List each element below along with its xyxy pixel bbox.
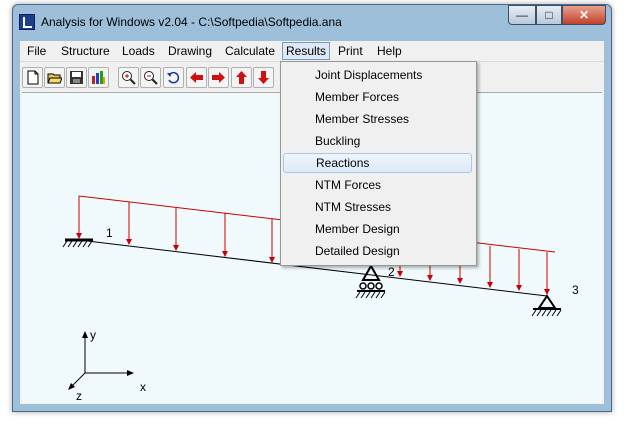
load-arrow-head	[516, 285, 522, 291]
open-icon	[47, 73, 62, 84]
arrow-up-icon	[236, 71, 247, 84]
load-arrow-head	[222, 251, 228, 257]
menu-file[interactable]: File	[24, 43, 49, 59]
load-arrow-head	[269, 257, 275, 263]
menu-calculate[interactable]: Calculate	[222, 43, 278, 59]
menu-item-member-forces[interactable]: Member Forces	[283, 87, 472, 107]
coordinate-axes	[68, 331, 134, 390]
menu-item-ntm-forces[interactable]: NTM Forces	[283, 175, 472, 195]
app-icon[interactable]	[19, 14, 35, 30]
undo-button[interactable]	[163, 67, 184, 88]
title-bar[interactable]: Analysis for Windows v2.04 - C:\Softpedi…	[13, 5, 611, 41]
load-arrow-head	[173, 245, 179, 251]
zoom-in-button[interactable]	[118, 67, 139, 88]
load-arrow-head	[397, 271, 403, 277]
load-arrow-head	[457, 278, 463, 284]
move-down-button[interactable]	[253, 67, 274, 88]
axis-label-y: y	[90, 328, 96, 342]
close-button[interactable]: ✕	[562, 5, 606, 25]
load-arrow-head	[427, 275, 433, 281]
node-label-3: 3	[572, 283, 579, 297]
load-arrow-head	[76, 233, 82, 239]
zoom-in-icon	[122, 71, 136, 85]
menu-item-buckling[interactable]: Buckling	[283, 131, 472, 151]
menu-structure[interactable]: Structure	[58, 43, 113, 59]
arrow-left-icon	[190, 72, 203, 83]
menu-help[interactable]: Help	[374, 43, 405, 59]
new-file-button[interactable]	[22, 67, 43, 88]
open-file-button[interactable]	[44, 67, 65, 88]
minimize-button[interactable]: —	[508, 5, 536, 25]
results-dropdown-menu: Joint Displacements Member Forces Member…	[280, 61, 477, 266]
roller-support-node-2	[355, 263, 386, 299]
node-label-1: 1	[106, 226, 113, 240]
undo-icon	[167, 71, 180, 84]
menu-item-member-design[interactable]: Member Design	[283, 219, 472, 239]
window-title: Analysis for Windows v2.04 - C:\Softpedi…	[41, 15, 342, 29]
menu-print[interactable]: Print	[335, 43, 366, 59]
move-up-button[interactable]	[231, 67, 252, 88]
chart-button[interactable]	[88, 67, 109, 88]
save-file-button[interactable]	[66, 67, 87, 88]
menu-results[interactable]: Results	[282, 42, 331, 60]
fixed-support-node-1	[62, 238, 93, 248]
zoom-out-button[interactable]	[140, 67, 161, 88]
menu-bar: File Structure Loads Drawing Calculate R…	[20, 41, 604, 62]
arrow-down-icon	[258, 71, 269, 84]
axis-label-z: z	[76, 389, 82, 403]
chart-icon	[92, 71, 105, 84]
maximize-button[interactable]: □	[536, 5, 562, 25]
arrow-right-icon	[212, 72, 225, 83]
axis-label-x: x	[140, 380, 146, 394]
load-arrow-head	[544, 289, 550, 295]
menu-drawing[interactable]: Drawing	[165, 43, 215, 59]
menu-item-joint-displacements[interactable]: Joint Displacements	[283, 65, 472, 85]
menu-loads[interactable]: Loads	[119, 43, 158, 59]
menu-item-member-stresses[interactable]: Member Stresses	[283, 109, 472, 129]
save-icon	[70, 71, 83, 84]
move-right-button[interactable]	[208, 67, 229, 88]
move-left-button[interactable]	[186, 67, 207, 88]
load-arrow-head	[126, 239, 132, 245]
menu-item-ntm-stresses[interactable]: NTM Stresses	[283, 197, 472, 217]
zoom-out-icon	[144, 71, 158, 85]
x-axis-arrow	[127, 370, 134, 376]
pin-support-node-3	[531, 294, 562, 317]
node-label-2: 2	[388, 265, 395, 279]
y-axis-arrow	[82, 331, 88, 338]
load-arrow-head	[487, 282, 493, 288]
new-icon	[27, 70, 39, 85]
menu-item-reactions[interactable]: Reactions	[283, 153, 472, 173]
menu-item-detailed-design[interactable]: Detailed Design	[283, 241, 472, 261]
